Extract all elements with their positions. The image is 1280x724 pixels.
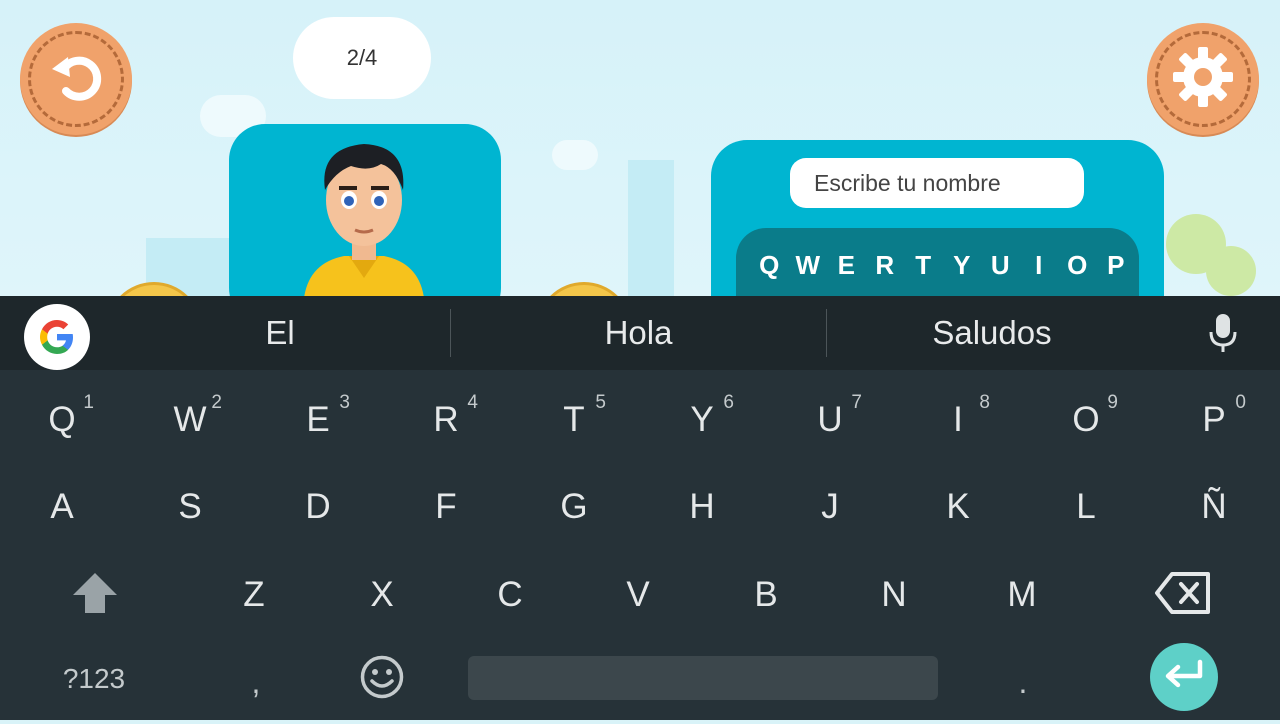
key-z[interactable]: Z (194, 553, 314, 637)
game-key[interactable]: T (904, 250, 943, 281)
key-g[interactable]: G (514, 465, 634, 549)
key-i[interactable]: I8 (898, 378, 1018, 462)
key-e[interactable]: E3 (258, 378, 378, 462)
game-key[interactable]: P (1097, 250, 1136, 281)
key-t[interactable]: T5 (514, 378, 634, 462)
coin (536, 282, 632, 296)
settings-button[interactable] (1147, 23, 1259, 135)
enter-key[interactable] (1150, 643, 1218, 711)
key-r[interactable]: R4 (386, 378, 506, 462)
key-b[interactable]: B (706, 553, 826, 637)
google-icon[interactable] (24, 304, 90, 370)
key-f[interactable]: F (386, 465, 506, 549)
space-bar[interactable] (468, 656, 938, 700)
key-q[interactable]: Q1 (2, 378, 122, 462)
game-key[interactable]: E (827, 250, 866, 281)
backspace-key[interactable] (1128, 553, 1238, 637)
key-v[interactable]: V (578, 553, 698, 637)
cloud (552, 140, 598, 170)
game-keyboard: QWERTYUIOP (736, 228, 1139, 296)
key-y[interactable]: Y6 (642, 378, 762, 462)
key-u[interactable]: U7 (770, 378, 890, 462)
avatar (289, 138, 439, 296)
game-key[interactable]: O (1058, 250, 1097, 281)
suggestion-item[interactable]: Hola (451, 296, 826, 370)
plant (1206, 246, 1256, 296)
key-x[interactable]: X (322, 553, 442, 637)
back-button[interactable] (20, 23, 132, 135)
key-j[interactable]: J (770, 465, 890, 549)
suggestion-item[interactable]: El (110, 296, 450, 370)
key-a[interactable]: A (2, 465, 122, 549)
emoji-icon (359, 654, 405, 705)
avatar-card[interactable] (229, 124, 501, 296)
enter-icon (1162, 658, 1206, 697)
key-c[interactable]: C (450, 553, 570, 637)
emoji-key[interactable] (340, 637, 424, 721)
name-card: Escribe tu nombre QWERTYUIOP (711, 140, 1164, 296)
key-s[interactable]: S (130, 465, 250, 549)
mic-icon[interactable] (1200, 308, 1246, 358)
key-h[interactable]: H (642, 465, 762, 549)
name-placeholder: Escribe tu nombre (814, 169, 1001, 196)
comma-key[interactable]: , (196, 640, 316, 724)
key-o[interactable]: O9 (1026, 378, 1146, 462)
game-key[interactable]: Q (750, 250, 789, 281)
key-p[interactable]: P0 (1154, 378, 1274, 462)
shift-icon (71, 571, 119, 620)
level-counter: 2/4 (293, 17, 431, 99)
suggestion-item[interactable]: Saludos (827, 296, 1157, 370)
game-key[interactable]: Y (943, 250, 982, 281)
building (628, 160, 674, 296)
period-key[interactable]: . (963, 640, 1083, 724)
key-l[interactable]: L (1026, 465, 1146, 549)
key-n-tilde[interactable]: Ñ (1154, 465, 1274, 549)
game-key[interactable]: I (1020, 250, 1059, 281)
game-scene: 2/4 Escribe tu nombre Q W E R T Y U I O … (0, 0, 1280, 296)
game-key[interactable]: W (789, 250, 828, 281)
game-key[interactable]: U (981, 250, 1020, 281)
name-input[interactable]: Escribe tu nombre (790, 158, 1084, 208)
key-k[interactable]: K (898, 465, 1018, 549)
key-n[interactable]: N (834, 553, 954, 637)
symbols-key[interactable]: ?123 (34, 637, 154, 721)
game-keyboard-row: QWERTYUIOP (750, 250, 1135, 281)
shift-key[interactable] (40, 553, 150, 637)
key-d[interactable]: D (258, 465, 378, 549)
game-key[interactable]: R (866, 250, 905, 281)
key-w[interactable]: W2 (130, 378, 250, 462)
key-m[interactable]: M (962, 553, 1082, 637)
backspace-icon (1154, 571, 1212, 620)
